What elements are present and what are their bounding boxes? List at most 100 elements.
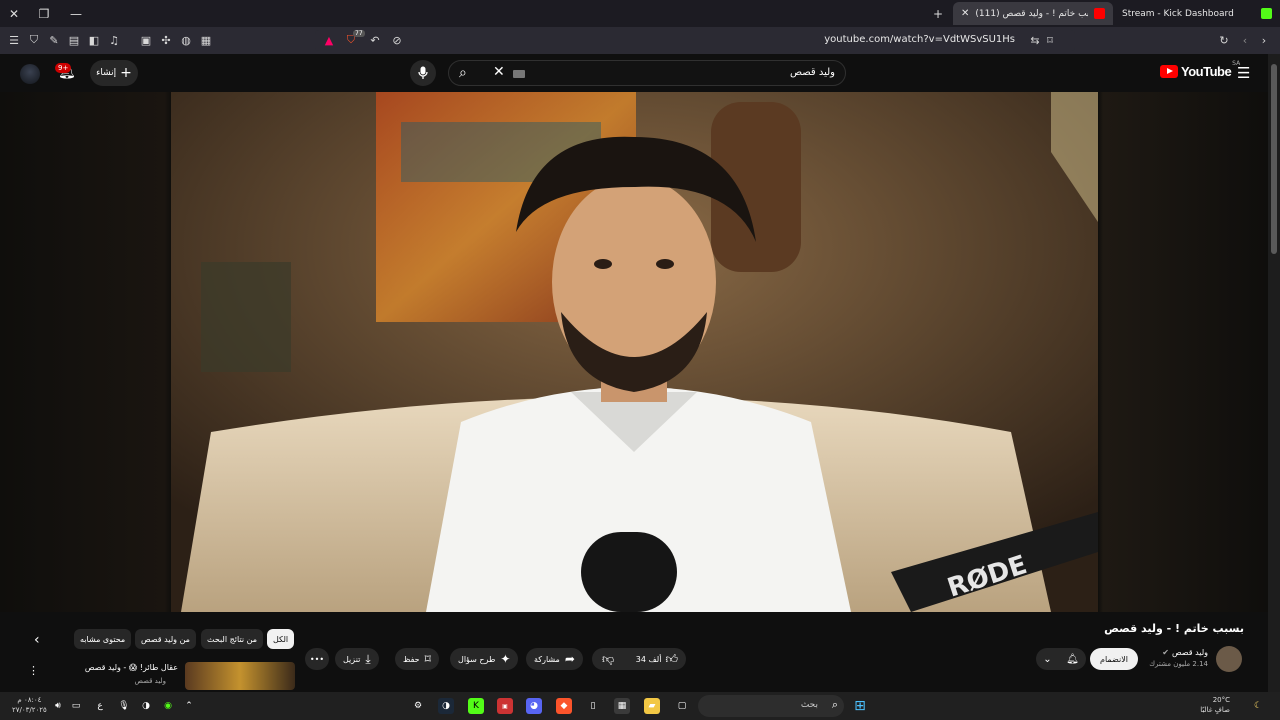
recommendation-menu-icon[interactable]: ⋮ <box>28 664 39 677</box>
steam-app-icon[interactable]: ◑ <box>438 698 454 714</box>
channel-avatar[interactable] <box>1216 646 1242 672</box>
back-nav-icon[interactable]: › <box>1256 32 1272 48</box>
taskbar-search[interactable]: بحث ⌕ <box>698 695 844 717</box>
new-tab-button[interactable]: + <box>928 4 948 24</box>
guide-menu-icon[interactable]: ☰ <box>1237 64 1250 82</box>
forward-icon[interactable]: ‹ <box>1237 32 1253 48</box>
hidden-icons-chevron-icon[interactable]: ⌃ <box>181 698 197 714</box>
more-actions-button[interactable]: ••• <box>305 648 329 670</box>
weather-widget[interactable]: 20°C صافٍ غالبًا <box>1200 695 1230 715</box>
mic-tray-icon[interactable]: 🎙︎ <box>116 698 132 714</box>
kick-tray-icon[interactable]: ◉ <box>160 698 176 714</box>
back-icon[interactable]: ↶ <box>367 32 383 48</box>
keyboard-icon[interactable] <box>513 70 525 78</box>
download-icon: ⤓ <box>365 651 371 666</box>
bookmark-icon[interactable]: ⌑ <box>1042 32 1058 48</box>
address-bar[interactable]: ▲ ⛉ 77 ↶ ⊘ youtube.com/watch?v=VdtWSvSU1… <box>315 30 1075 51</box>
share-button[interactable]: مشاركة ➦ <box>526 648 583 670</box>
more-icon: ••• <box>309 654 325 664</box>
no-translate-icon[interactable]: ⊘ <box>389 32 405 48</box>
chip-search-results[interactable]: من نتائج البحث <box>201 629 264 649</box>
cookie-icon[interactable]: ◍ <box>178 32 194 48</box>
kick-app-icon[interactable]: K <box>468 698 484 714</box>
close-tab-icon[interactable]: ✕ <box>961 8 969 19</box>
page-scrollbar[interactable] <box>1268 54 1280 694</box>
chevron-down-icon: ⌄ <box>1043 653 1052 665</box>
dislike-icon[interactable]: 👎︎ <box>602 652 614 667</box>
voice-search-button[interactable] <box>410 60 436 86</box>
save-label: حفظ <box>403 654 420 664</box>
subscribed-button[interactable]: ⌄ 🔔︎ <box>1036 648 1086 670</box>
clear-search-icon[interactable]: ✕ <box>493 64 505 80</box>
plus-icon: + <box>120 65 132 81</box>
clock[interactable]: ٠٨:٠٤ م ٢٧/٠٣/٢٠٢٥ <box>12 695 47 715</box>
channel-name-row[interactable]: وليد قصص ✔ <box>1162 648 1208 657</box>
menu-icon[interactable]: ☰ <box>6 32 22 48</box>
video-frame[interactable]: RØDE <box>171 92 1098 612</box>
tab-kick-dashboard[interactable]: Stream - Kick Dashboard <box>1122 2 1272 25</box>
youtube-header: 🔔︎ 9+ إنشاء + ⌕ ✕ وليد قصص YouTube SA ☰ <box>0 54 1280 92</box>
music-icon[interactable]: ♫ <box>106 32 122 48</box>
ask-label: طرح سؤال <box>458 654 496 664</box>
speaker-icon[interactable]: 🔊︎ <box>50 698 66 714</box>
chip-related[interactable]: محتوى مشابه <box>74 629 132 649</box>
wallet-icon[interactable]: ▦ <box>198 32 214 48</box>
reload-icon[interactable]: ↻ <box>1216 32 1232 48</box>
thumbs-up-icon: 👍︎ <box>665 651 678 666</box>
screenshot-icon[interactable]: ▣ <box>138 32 154 48</box>
like-count: 34 ألف <box>635 654 662 664</box>
sheets-app-icon[interactable]: ▦ <box>614 698 630 714</box>
network-icon[interactable]: ▭ <box>68 698 84 714</box>
ask-button[interactable]: طرح سؤال ✦ <box>450 648 519 670</box>
chips-next-icon[interactable]: ‹ <box>34 632 40 648</box>
recommendation-title[interactable]: عقال طائر! 😱 - وليد قصص <box>85 663 178 672</box>
recommendation-thumbnail[interactable] <box>185 662 295 690</box>
browser-toolbar: ☰ ⛉ ✎ ▤ ◧ ♫ ▣ ✣ ◍ ▦ ▲ ⛉ 77 ↶ ⊘ youtube.c… <box>0 27 1280 54</box>
minimize-window-icon[interactable]: — <box>66 4 86 24</box>
weather-desc: صافٍ غالبًا <box>1200 706 1230 714</box>
tabs-icon[interactable]: ▤ <box>66 32 82 48</box>
steam-tray-icon[interactable]: ◑ <box>138 698 154 714</box>
youtube-favicon-icon <box>1094 8 1105 19</box>
site-settings-icon[interactable]: ⇆ <box>1027 32 1043 48</box>
save-button[interactable]: حفظ ⌑ <box>395 648 439 670</box>
input-language[interactable]: ع <box>92 698 108 714</box>
youtube-logo[interactable]: YouTube SA <box>1160 60 1240 79</box>
bookmark-save-icon: ⌑ <box>424 652 431 666</box>
create-button[interactable]: إنشاء + <box>90 60 138 86</box>
youtube-wordmark: YouTube <box>1181 64 1232 79</box>
shield-icon[interactable]: ⛉ <box>26 32 42 48</box>
search-input[interactable]: ⌕ ✕ وليد قصص <box>448 60 846 86</box>
sparkle-icon: ✦ <box>500 652 511 666</box>
verified-icon: ✔ <box>1162 648 1169 657</box>
join-button[interactable]: الانضمام <box>1090 648 1138 670</box>
close-window-icon[interactable]: ✕ <box>4 4 24 24</box>
start-windows-icon[interactable]: ⊞ <box>852 698 868 714</box>
file-explorer-icon[interactable]: ▰ <box>644 698 660 714</box>
brave-app-icon[interactable]: ◆ <box>556 698 572 714</box>
search-icon[interactable]: ⌕ <box>459 65 467 81</box>
subscriber-count: 2.14 مليون مشترك <box>1149 660 1208 668</box>
discord-app-icon[interactable]: ◕ <box>526 698 542 714</box>
notification-badge: 9+ <box>55 63 72 73</box>
twitter-studio-app-icon[interactable]: ▣ <box>497 698 513 714</box>
download-button[interactable]: تنزيل ⤓ <box>335 648 379 670</box>
like-button[interactable]: 34 ألف 👍︎ <box>636 652 678 667</box>
chip-all[interactable]: الكل <box>267 629 295 649</box>
tab-youtube-video[interactable]: ✕ (111) بسبب خاتم ! - وليد قصص <box>953 2 1113 25</box>
chip-from-channel[interactable]: من وليد قصص <box>135 629 196 649</box>
video-player[interactable]: RØDE <box>0 92 1268 612</box>
brave-rewards-icon[interactable]: ▲ <box>321 32 337 48</box>
restore-window-icon[interactable]: ❐ <box>34 4 54 24</box>
avatar[interactable] <box>20 64 40 84</box>
pin-icon[interactable]: ✎ <box>46 32 62 48</box>
settings-app-icon[interactable]: ⚙ <box>410 698 426 714</box>
url-text: youtube.com/watch?v=VdtWSvSU1Hs <box>824 34 1015 45</box>
tab-title: (111) بسبب خاتم ! - وليد قصص <box>975 8 1088 19</box>
task-view-icon[interactable]: ▢ <box>674 698 690 714</box>
taskbar-search-icon: ⌕ <box>831 698 838 711</box>
sidebar-icon[interactable]: ◧ <box>86 32 102 48</box>
scrollbar-thumb[interactable] <box>1271 64 1277 254</box>
mouse-app-icon[interactable]: ▯ <box>585 698 601 714</box>
extensions-icon[interactable]: ✣ <box>158 32 174 48</box>
